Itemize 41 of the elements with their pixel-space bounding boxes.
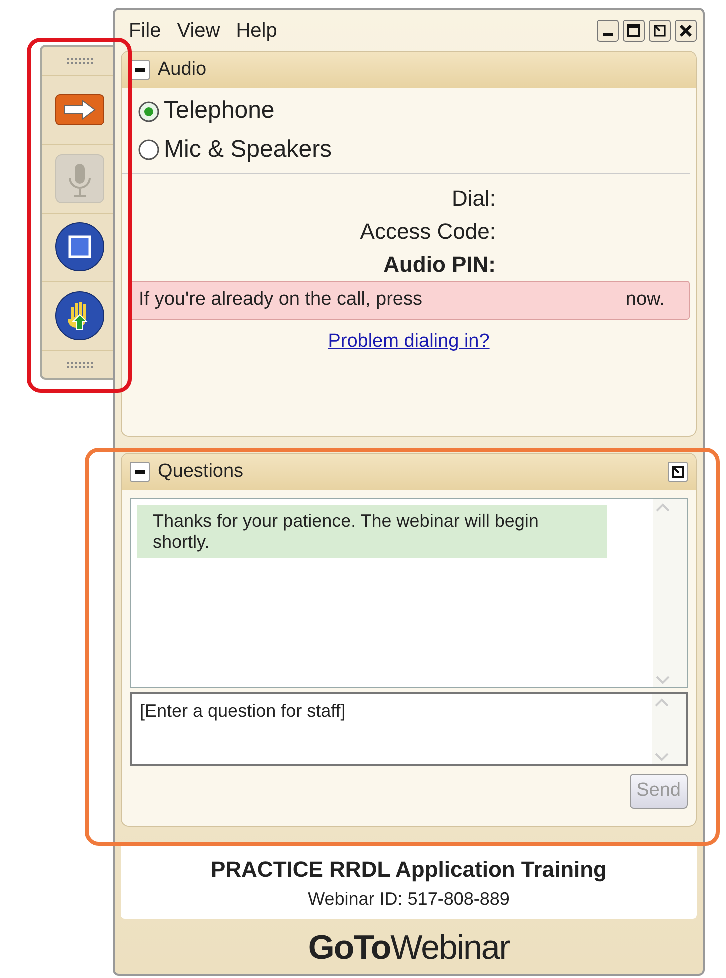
restore-icon	[652, 22, 668, 39]
menu-item[interactable]: View	[169, 16, 228, 46]
restore-button[interactable]	[649, 20, 671, 42]
minus-icon	[135, 68, 145, 72]
webinar-title: PRACTICE RRDL Application Training	[210, 856, 608, 884]
screen-icon	[55, 222, 105, 272]
notice-text: If you're already on the call, press	[139, 288, 422, 312]
close-button[interactable]	[675, 20, 697, 42]
notice-text: now.	[626, 288, 665, 312]
scrollbar[interactable]	[652, 694, 686, 764]
maximize-button[interactable]	[623, 20, 645, 42]
minus-icon	[135, 470, 145, 474]
screen-button[interactable]	[55, 222, 105, 272]
menu-item[interactable]: File	[121, 16, 170, 46]
radio-option[interactable]: Mic & Speakers	[138, 130, 674, 170]
chat-message: Thanks for your patience. The webinar will begin shortly.	[137, 505, 607, 558]
minimize-button[interactable]	[597, 20, 619, 42]
pop-out-icon	[671, 465, 685, 480]
webinar-id: Webinar ID: 517-808-889	[307, 888, 511, 911]
close-icon	[678, 22, 694, 39]
collapse-button[interactable]	[130, 60, 150, 80]
hand-icon	[55, 291, 105, 342]
radio-option[interactable]: Telephone	[138, 92, 674, 131]
maximize-icon	[626, 22, 642, 39]
field-label: Access Code:	[359, 218, 497, 246]
scrollbar[interactable]	[653, 499, 687, 688]
panel-title: Questions	[158, 460, 244, 484]
hand-button[interactable]	[55, 291, 105, 342]
grip-icon	[67, 362, 93, 368]
minimize-icon	[603, 33, 613, 36]
microphone-icon	[55, 154, 105, 204]
pop-out-button[interactable]	[668, 462, 688, 482]
field-label: Audio PIN:	[382, 251, 497, 280]
menu-item[interactable]: Help	[228, 16, 286, 46]
panel-title: Audio	[158, 58, 207, 82]
arrow-button[interactable]	[55, 94, 105, 126]
collapse-button[interactable]	[130, 462, 150, 482]
help-link[interactable]: Problem dialing in?	[328, 330, 490, 352]
logo: GoToWebinar	[308, 929, 510, 967]
grip-icon	[67, 58, 93, 64]
field-label: Dial:	[450, 185, 497, 214]
